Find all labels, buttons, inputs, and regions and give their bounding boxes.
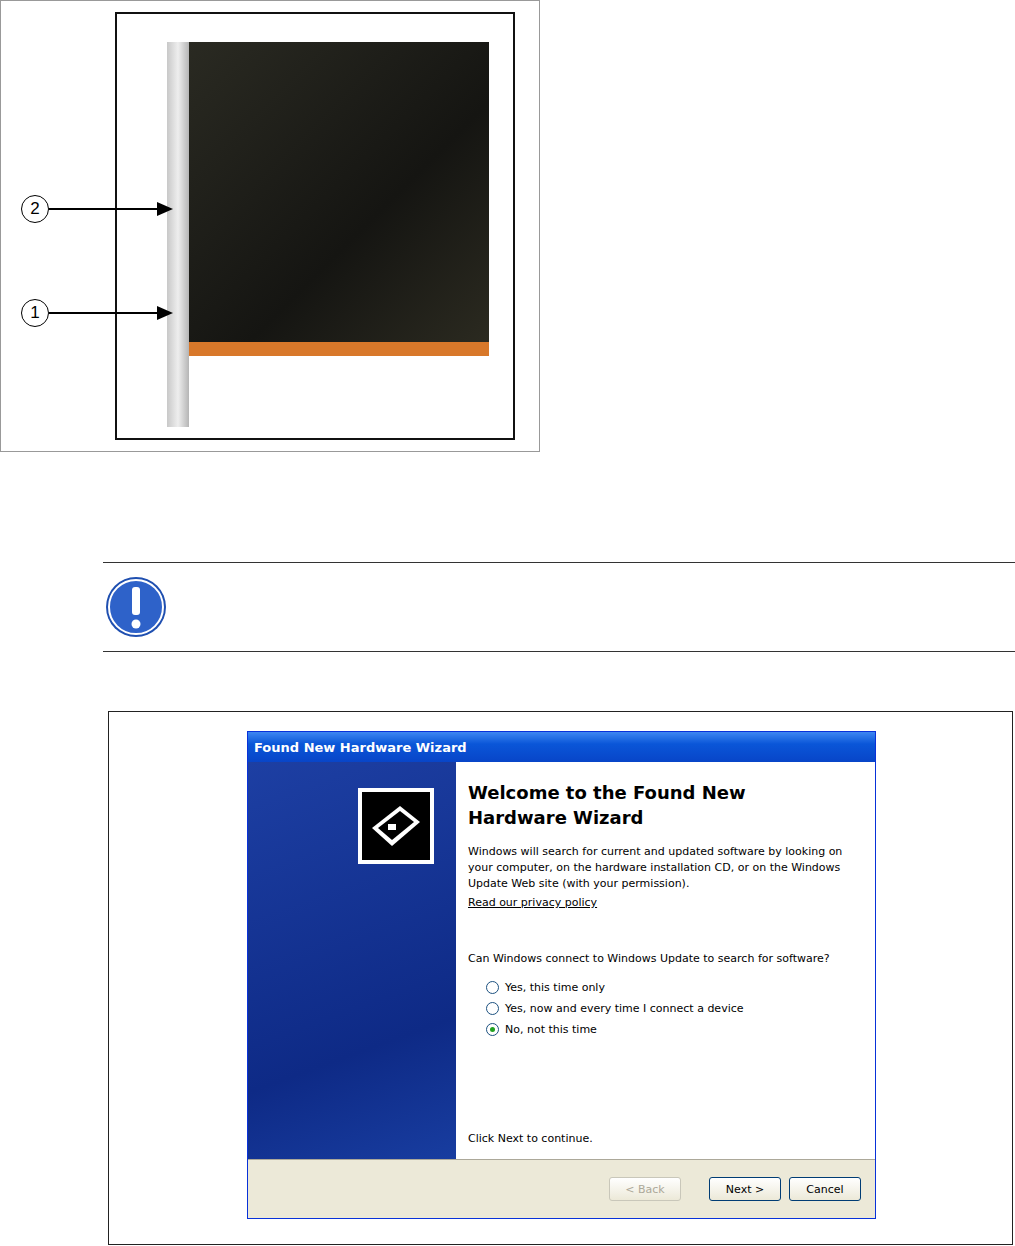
callout-number: 2 bbox=[21, 195, 49, 223]
radio-option[interactable]: Yes, now and every time I connect a devi… bbox=[486, 1002, 865, 1015]
radio-icon[interactable] bbox=[486, 1023, 499, 1036]
bracket bbox=[167, 42, 189, 427]
wizard-button[interactable]: < Back bbox=[609, 1177, 681, 1201]
privacy-link[interactable]: Read our privacy policy bbox=[468, 896, 865, 909]
arrow-icon bbox=[49, 305, 174, 321]
exclamation-icon bbox=[105, 576, 167, 638]
card-photo bbox=[115, 12, 515, 440]
content: Welcome to the Found New Hardware Wizard… bbox=[456, 762, 875, 1159]
title-bar: Found New Hardware Wizard bbox=[248, 732, 875, 762]
figure: 21 bbox=[0, 0, 540, 452]
question: Can Windows connect to Windows Update to… bbox=[468, 951, 863, 967]
screenshot-frame: Found New Hardware WizardWelcome to the … bbox=[108, 711, 1013, 1245]
callout-number: 1 bbox=[21, 299, 49, 327]
wizard-button[interactable]: Cancel bbox=[789, 1177, 861, 1201]
intro: Windows will search for current and upda… bbox=[468, 844, 863, 892]
arrow-icon bbox=[49, 201, 174, 217]
side-panel bbox=[248, 762, 456, 1159]
callout: 1 bbox=[21, 299, 174, 327]
wizard-window: Found New Hardware WizardWelcome to the … bbox=[247, 731, 876, 1219]
heading: Welcome to the Found New Hardware Wizard bbox=[468, 780, 758, 830]
radio-icon[interactable] bbox=[486, 1002, 499, 1015]
board bbox=[189, 42, 489, 356]
wizard-button[interactable]: Next > bbox=[709, 1177, 781, 1201]
hardware-icon bbox=[358, 788, 434, 864]
radio-option[interactable]: No, not this time bbox=[486, 1023, 865, 1036]
note bbox=[103, 562, 1015, 652]
callout: 2 bbox=[21, 195, 174, 223]
footer-text: Click Next to continue. bbox=[468, 1132, 865, 1145]
page: 21Found New Hardware WizardWelcome to th… bbox=[0, 0, 1015, 1246]
radio-icon[interactable] bbox=[486, 981, 499, 994]
options: Yes, this time only Yes, now and every ti… bbox=[486, 981, 865, 1036]
radio-option[interactable]: Yes, this time only bbox=[486, 981, 865, 994]
button-bar: < Back Next > Cancel bbox=[248, 1159, 875, 1218]
